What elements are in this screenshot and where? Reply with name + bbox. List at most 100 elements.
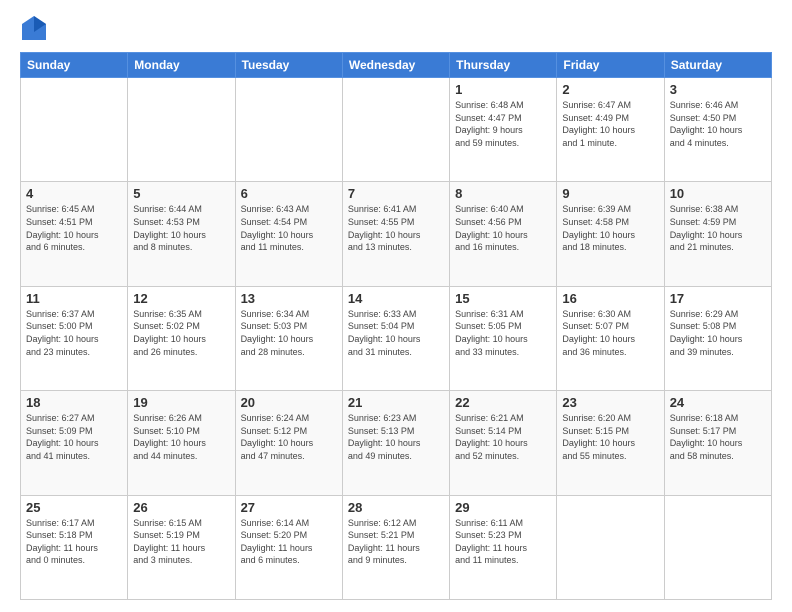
day-info: Sunrise: 6:30 AM Sunset: 5:07 PM Dayligh…	[562, 308, 658, 358]
calendar-cell: 1Sunrise: 6:48 AM Sunset: 4:47 PM Daylig…	[450, 78, 557, 182]
day-number: 11	[26, 291, 122, 306]
day-header: Friday	[557, 53, 664, 78]
header-row: SundayMondayTuesdayWednesdayThursdayFrid…	[21, 53, 772, 78]
day-info: Sunrise: 6:24 AM Sunset: 5:12 PM Dayligh…	[241, 412, 337, 462]
day-info: Sunrise: 6:14 AM Sunset: 5:20 PM Dayligh…	[241, 517, 337, 567]
day-header: Tuesday	[235, 53, 342, 78]
calendar-week: 11 Sunrise: 6:37 AM Sunset: 5:00 PM Dayli…	[21, 286, 772, 390]
day-info: Sunrise: 6:27 AM Sunset: 5:09 PM Dayligh…	[26, 412, 122, 462]
day-number: 25	[26, 500, 122, 515]
calendar-cell: 13 Sunrise: 6:34 AM Sunset: 5:03 PM Dayli…	[235, 286, 342, 390]
day-info: Sunrise: 6:44 AM Sunset: 4:53 PM Dayligh…	[133, 203, 229, 253]
day-number: 8	[455, 186, 551, 201]
day-info: Sunrise: 6:29 AM Sunset: 5:08 PM Dayligh…	[670, 308, 766, 358]
day-info: Sunrise: 6:41 AM Sunset: 4:55 PM Dayligh…	[348, 203, 444, 253]
calendar-cell: 6 Sunrise: 6:43 AM Sunset: 4:54 PM Daylig…	[235, 182, 342, 286]
day-number: 14	[348, 291, 444, 306]
calendar-cell: 19 Sunrise: 6:26 AM Sunset: 5:10 PM Dayli…	[128, 391, 235, 495]
day-number: 15	[455, 291, 551, 306]
calendar-cell: 7 Sunrise: 6:41 AM Sunset: 4:55 PM Daylig…	[342, 182, 449, 286]
day-number: 18	[26, 395, 122, 410]
day-header: Wednesday	[342, 53, 449, 78]
day-info: Sunrise: 6:38 AM Sunset: 4:59 PM Dayligh…	[670, 203, 766, 253]
day-header: Monday	[128, 53, 235, 78]
calendar: SundayMondayTuesdayWednesdayThursdayFrid…	[20, 52, 772, 600]
calendar-cell: 17Sunrise: 6:29 AM Sunset: 5:08 PM Dayli…	[664, 286, 771, 390]
day-number: 13	[241, 291, 337, 306]
calendar-cell: 28 Sunrise: 6:12 AM Sunset: 5:21 PM Dayli…	[342, 495, 449, 599]
day-number: 16	[562, 291, 658, 306]
calendar-cell: 25 Sunrise: 6:17 AM Sunset: 5:18 PM Dayli…	[21, 495, 128, 599]
day-info: Sunrise: 6:20 AM Sunset: 5:15 PM Dayligh…	[562, 412, 658, 462]
day-number: 3	[670, 82, 766, 97]
day-info: Sunrise: 6:33 AM Sunset: 5:04 PM Dayligh…	[348, 308, 444, 358]
calendar-cell: 26 Sunrise: 6:15 AM Sunset: 5:19 PM Dayli…	[128, 495, 235, 599]
calendar-cell: 2Sunrise: 6:47 AM Sunset: 4:49 PM Daylig…	[557, 78, 664, 182]
day-info: Sunrise: 6:26 AM Sunset: 5:10 PM Dayligh…	[133, 412, 229, 462]
calendar-cell: 3 Sunrise: 6:46 AM Sunset: 4:50 PM Daylig…	[664, 78, 771, 182]
calendar-cell	[128, 78, 235, 182]
calendar-cell	[235, 78, 342, 182]
day-info: Sunrise: 6:18 AM Sunset: 5:17 PM Dayligh…	[670, 412, 766, 462]
day-number: 21	[348, 395, 444, 410]
logo	[20, 16, 52, 44]
calendar-cell: 29Sunrise: 6:11 AM Sunset: 5:23 PM Dayli…	[450, 495, 557, 599]
day-number: 5	[133, 186, 229, 201]
day-header: Saturday	[664, 53, 771, 78]
calendar-week: 1Sunrise: 6:48 AM Sunset: 4:47 PM Daylig…	[21, 78, 772, 182]
day-number: 9	[562, 186, 658, 201]
calendar-cell: 9 Sunrise: 6:39 AM Sunset: 4:58 PM Daylig…	[557, 182, 664, 286]
calendar-cell	[342, 78, 449, 182]
calendar-cell: 15 Sunrise: 6:31 AM Sunset: 5:05 PM Dayli…	[450, 286, 557, 390]
day-info: Sunrise: 6:34 AM Sunset: 5:03 PM Dayligh…	[241, 308, 337, 358]
day-info: Sunrise: 6:37 AM Sunset: 5:00 PM Dayligh…	[26, 308, 122, 358]
day-info: Sunrise: 6:12 AM Sunset: 5:21 PM Dayligh…	[348, 517, 444, 567]
day-info: Sunrise: 6:48 AM Sunset: 4:47 PM Dayligh…	[455, 99, 551, 149]
day-info: Sunrise: 6:31 AM Sunset: 5:05 PM Dayligh…	[455, 308, 551, 358]
day-number: 28	[348, 500, 444, 515]
day-info: Sunrise: 6:43 AM Sunset: 4:54 PM Dayligh…	[241, 203, 337, 253]
calendar-cell: 11 Sunrise: 6:37 AM Sunset: 5:00 PM Dayli…	[21, 286, 128, 390]
day-info: Sunrise: 6:21 AM Sunset: 5:14 PM Dayligh…	[455, 412, 551, 462]
day-info: Sunrise: 6:35 AM Sunset: 5:02 PM Dayligh…	[133, 308, 229, 358]
day-number: 27	[241, 500, 337, 515]
calendar-cell	[664, 495, 771, 599]
day-info: Sunrise: 6:11 AM Sunset: 5:23 PM Dayligh…	[455, 517, 551, 567]
day-info: Sunrise: 6:17 AM Sunset: 5:18 PM Dayligh…	[26, 517, 122, 567]
day-number: 20	[241, 395, 337, 410]
calendar-cell: 5 Sunrise: 6:44 AM Sunset: 4:53 PM Daylig…	[128, 182, 235, 286]
day-number: 22	[455, 395, 551, 410]
day-number: 19	[133, 395, 229, 410]
day-number: 6	[241, 186, 337, 201]
calendar-cell: 8 Sunrise: 6:40 AM Sunset: 4:56 PM Daylig…	[450, 182, 557, 286]
day-number: 10	[670, 186, 766, 201]
calendar-week: 25 Sunrise: 6:17 AM Sunset: 5:18 PM Dayli…	[21, 495, 772, 599]
day-header: Thursday	[450, 53, 557, 78]
day-info: Sunrise: 6:15 AM Sunset: 5:19 PM Dayligh…	[133, 517, 229, 567]
day-info: Sunrise: 6:23 AM Sunset: 5:13 PM Dayligh…	[348, 412, 444, 462]
day-number: 7	[348, 186, 444, 201]
calendar-cell: 18 Sunrise: 6:27 AM Sunset: 5:09 PM Dayli…	[21, 391, 128, 495]
calendar-cell: 22 Sunrise: 6:21 AM Sunset: 5:14 PM Dayli…	[450, 391, 557, 495]
calendar-cell: 16 Sunrise: 6:30 AM Sunset: 5:07 PM Dayli…	[557, 286, 664, 390]
day-number: 2	[562, 82, 658, 97]
day-number: 24	[670, 395, 766, 410]
day-header: Sunday	[21, 53, 128, 78]
calendar-week: 4Sunrise: 6:45 AM Sunset: 4:51 PM Daylig…	[21, 182, 772, 286]
calendar-cell: 24 Sunrise: 6:18 AM Sunset: 5:17 PM Dayli…	[664, 391, 771, 495]
day-info: Sunrise: 6:39 AM Sunset: 4:58 PM Dayligh…	[562, 203, 658, 253]
day-number: 12	[133, 291, 229, 306]
calendar-cell: 20 Sunrise: 6:24 AM Sunset: 5:12 PM Dayli…	[235, 391, 342, 495]
day-info: Sunrise: 6:46 AM Sunset: 4:50 PM Dayligh…	[670, 99, 766, 149]
day-info: Sunrise: 6:45 AM Sunset: 4:51 PM Dayligh…	[26, 203, 122, 253]
calendar-cell: 21 Sunrise: 6:23 AM Sunset: 5:13 PM Dayli…	[342, 391, 449, 495]
header	[20, 16, 772, 44]
page: SundayMondayTuesdayWednesdayThursdayFrid…	[0, 0, 792, 612]
day-info: Sunrise: 6:40 AM Sunset: 4:56 PM Dayligh…	[455, 203, 551, 253]
calendar-cell	[21, 78, 128, 182]
calendar-cell: 12 Sunrise: 6:35 AM Sunset: 5:02 PM Dayli…	[128, 286, 235, 390]
day-number: 26	[133, 500, 229, 515]
day-number: 23	[562, 395, 658, 410]
calendar-cell: 23 Sunrise: 6:20 AM Sunset: 5:15 PM Dayli…	[557, 391, 664, 495]
calendar-cell: 10 Sunrise: 6:38 AM Sunset: 4:59 PM Dayli…	[664, 182, 771, 286]
